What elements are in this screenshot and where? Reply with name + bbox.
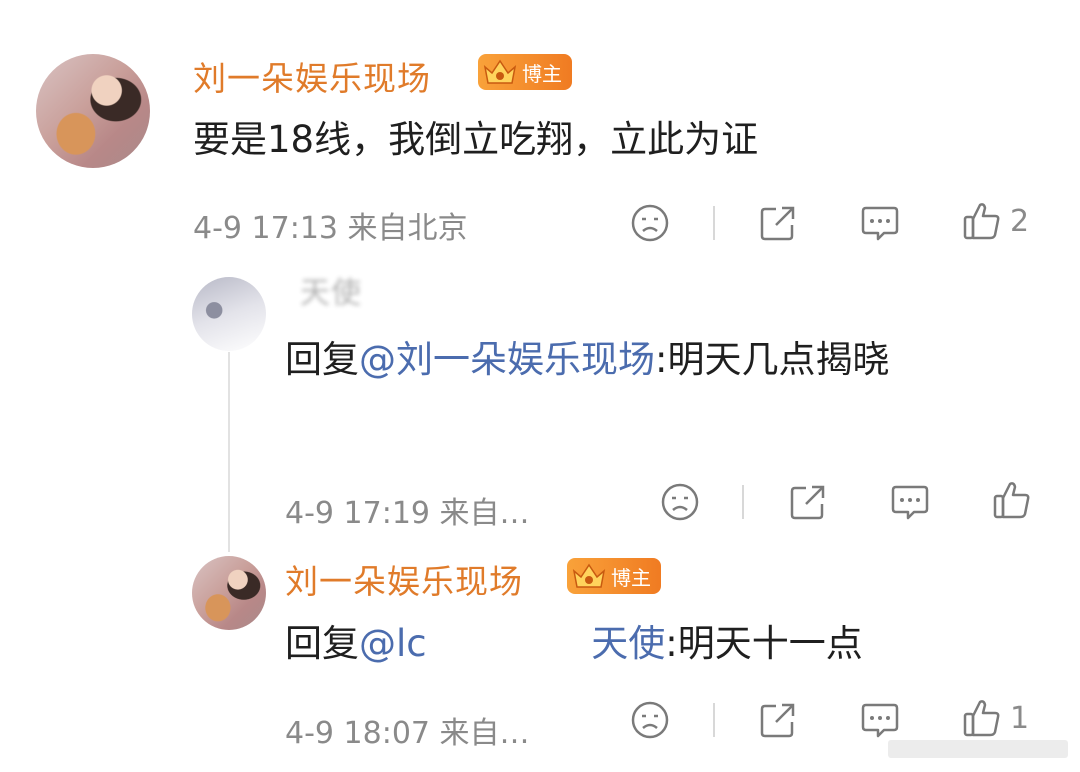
comment-time: 4-9 17:13 bbox=[193, 211, 338, 246]
reply-content: :明天几点揭晓 bbox=[655, 338, 890, 381]
share-button[interactable] bbox=[788, 482, 828, 522]
avatar[interactable] bbox=[36, 54, 150, 168]
reply-username[interactable]: 刘一朵娱乐现场 bbox=[285, 555, 523, 603]
avatar[interactable] bbox=[192, 556, 266, 630]
reply-prefix: 回复 bbox=[285, 338, 359, 381]
comment-thread: 刘一朵娱乐现场 博主 要是18线，我倒立吃翔，立此为证 4-9 17:13 来自… bbox=[0, 0, 1080, 772]
dislike-button[interactable] bbox=[630, 700, 670, 740]
blogger-badge: 博主 bbox=[567, 558, 661, 594]
share-button[interactable] bbox=[758, 700, 798, 740]
thumbs-up-icon bbox=[963, 700, 1000, 737]
watermark bbox=[888, 740, 1068, 758]
comment-text: 要是18线，我倒立吃翔，立此为证 bbox=[193, 118, 759, 161]
reply-prefix: 回复 bbox=[285, 622, 359, 665]
thumbs-up-icon bbox=[963, 203, 1000, 240]
share-icon bbox=[790, 485, 825, 520]
redacted-mention: ​ bbox=[426, 622, 592, 665]
sad-face-icon bbox=[631, 701, 669, 739]
comment-button[interactable] bbox=[860, 203, 900, 243]
mention-link-end[interactable]: 天使 bbox=[591, 622, 665, 665]
crown-icon bbox=[572, 563, 606, 588]
mention-link[interactable]: @lc bbox=[359, 622, 427, 665]
badge-label: 博主 bbox=[522, 61, 562, 86]
dislike-button[interactable] bbox=[630, 203, 670, 243]
sad-face-icon bbox=[661, 483, 699, 521]
reply-content: :明天十一点 bbox=[665, 622, 863, 665]
avatar[interactable] bbox=[192, 277, 266, 351]
reply-meta: 4-9 17:19 来自… bbox=[285, 488, 530, 532]
comment-meta: 4-9 17:13 来自北京 bbox=[193, 203, 468, 247]
reply-username[interactable]: 天使 bbox=[300, 268, 362, 312]
divider bbox=[713, 206, 715, 240]
like-count: 1 bbox=[1010, 700, 1030, 736]
like-count: 2 bbox=[1010, 203, 1030, 239]
reply-time: 4-9 18:07 bbox=[285, 716, 430, 751]
divider bbox=[742, 485, 744, 519]
thread-line bbox=[228, 352, 230, 552]
blogger-badge: 博主 bbox=[478, 54, 572, 90]
like-button[interactable]: 1 bbox=[962, 697, 1029, 739]
share-button[interactable] bbox=[758, 203, 798, 243]
reply-location: 来自… bbox=[439, 496, 530, 531]
thumbs-up-icon bbox=[993, 482, 1030, 519]
comment-button[interactable] bbox=[890, 482, 930, 522]
comment-location: 来自北京 bbox=[347, 211, 468, 246]
reply-text: 回复@刘一朵娱乐现场:明天几点揭晓 bbox=[285, 320, 1025, 400]
share-icon bbox=[760, 206, 795, 241]
reply-time: 4-9 17:19 bbox=[285, 496, 430, 531]
badge-label: 博主 bbox=[611, 565, 651, 590]
comment-username[interactable]: 刘一朵娱乐现场 bbox=[193, 52, 431, 100]
reply-text: 回复@lc​ 天使:明天十一点 bbox=[285, 604, 863, 684]
dislike-button[interactable] bbox=[660, 482, 700, 522]
reply-location: 来自… bbox=[439, 716, 530, 751]
like-button[interactable] bbox=[992, 479, 1032, 521]
comment-icon bbox=[861, 206, 899, 241]
reply-meta: 4-9 18:07 来自… bbox=[285, 708, 530, 752]
comment-icon bbox=[891, 485, 929, 520]
mention-link[interactable]: @刘一朵娱乐现场 bbox=[359, 338, 655, 381]
sad-face-icon bbox=[631, 204, 669, 242]
divider bbox=[713, 703, 715, 737]
like-button[interactable]: 2 bbox=[962, 200, 1029, 242]
crown-icon bbox=[483, 59, 517, 84]
share-icon bbox=[760, 703, 795, 738]
